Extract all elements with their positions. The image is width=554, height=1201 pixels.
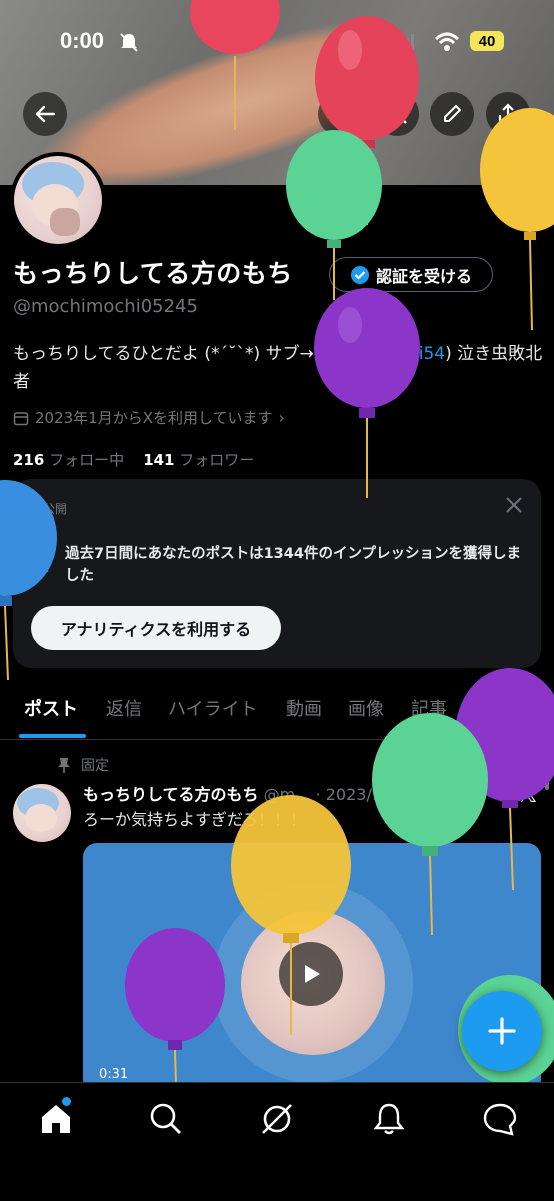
pencil-icon	[444, 105, 461, 122]
nav-messages[interactable]	[482, 1101, 518, 1137]
search-button[interactable]	[375, 92, 419, 136]
profile-bio: もっちりしてるひとだよ (*´˘`*) サブ→(@kokimochi54) 泣き…	[13, 340, 543, 396]
post-author-handle: @m...	[263, 785, 311, 804]
followers-label: フォロワー	[179, 451, 255, 469]
signal-icon	[396, 34, 414, 50]
tab-likes[interactable]: いいね	[475, 695, 529, 721]
tab-posts[interactable]: ポスト	[24, 695, 78, 721]
tab-replies[interactable]: 返信	[106, 695, 142, 721]
following-label: フォロー中	[49, 451, 125, 469]
post-separator: ·	[310, 785, 326, 804]
nav-search[interactable]	[148, 1101, 184, 1137]
wifi-icon	[434, 32, 460, 51]
post-author-avatar[interactable]	[13, 784, 71, 842]
compose-post-button[interactable]	[462, 991, 542, 1071]
joined-date-text: 2023年1月からXを利用しています	[35, 409, 273, 427]
x-logo-icon: 𝕏	[518, 780, 538, 808]
profile-avatar[interactable]	[10, 152, 106, 248]
battery-indicator: 40	[470, 31, 504, 51]
play-icon	[305, 965, 320, 983]
follow-stats: 216 フォロー中 141 フォロワー	[13, 449, 254, 470]
share-button[interactable]	[486, 92, 530, 136]
profile-tabs: ポスト 返信 ハイライト 動画 画像 記事 いいね	[0, 685, 554, 740]
video-duration: 0:31	[99, 1067, 129, 1082]
bell-icon	[373, 1103, 405, 1135]
grok-icon	[262, 1104, 292, 1134]
pinned-label: 固定	[81, 758, 109, 774]
close-icon	[506, 497, 522, 513]
plus-icon	[488, 1017, 516, 1045]
search-icon	[150, 1103, 181, 1134]
verified-badge-icon	[350, 265, 369, 284]
arrow-left-icon	[35, 105, 56, 123]
tab-articles[interactable]: 記事	[411, 695, 447, 721]
bell-muted-icon	[120, 33, 138, 52]
tab-images[interactable]: 画像	[348, 695, 384, 721]
profile-handle: @mochimochi05245	[13, 296, 198, 317]
home-icon	[42, 1105, 70, 1133]
bio-mention-link[interactable]: @kokimochi54	[320, 344, 445, 364]
pinned-indicator: 固定	[57, 755, 109, 775]
nav-grok[interactable]	[259, 1101, 295, 1137]
edit-button[interactable]	[430, 92, 474, 136]
get-verified-label: 認証を受ける	[375, 266, 472, 286]
search-icon	[386, 103, 407, 124]
grok-button[interactable]	[318, 92, 362, 136]
calendar-icon	[13, 411, 29, 425]
back-button[interactable]	[23, 92, 67, 136]
nav-home[interactable]	[38, 1097, 74, 1137]
joined-date-row[interactable]: 2023年1月からXを利用しています ›	[13, 407, 285, 428]
active-tab-indicator	[19, 734, 86, 738]
bottom-navigation	[0, 1082, 554, 1201]
scrollbar[interactable]	[545, 742, 549, 790]
trend-up-icon: ↑	[39, 553, 56, 577]
tab-videos[interactable]: 動画	[286, 695, 322, 721]
notification-dot	[62, 1097, 71, 1106]
post-author-name[interactable]: もっちりしてる方のもち	[83, 785, 259, 804]
chevron-right-icon: ›	[278, 408, 285, 427]
post-text: ろーか気持ちよすぎだろ！！！	[83, 810, 307, 829]
followers-link[interactable]: 141 フォロワー	[143, 451, 254, 469]
pin-icon	[58, 758, 70, 773]
get-verified-button[interactable]: 認証を受ける	[329, 257, 493, 292]
nav-notifications[interactable]	[371, 1101, 407, 1137]
impressions-card: 非公開 ↑ 過去7日間にあなたのポストは1344件のインプレッションを獲得しまし…	[13, 479, 541, 668]
share-icon	[498, 103, 518, 124]
post-header: もっちりしてる方のもち @m... · 2023/12/09	[83, 781, 418, 805]
status-time: 0:00	[60, 28, 105, 53]
following-count: 216	[13, 451, 45, 469]
close-card-button[interactable]	[505, 495, 523, 520]
profile-display-name: もっちりしてる方のもち	[13, 259, 293, 288]
analytics-button[interactable]: アナリティクスを利用する	[31, 606, 281, 650]
private-label: 非公開	[31, 502, 68, 516]
tab-highlights[interactable]: ハイライト	[168, 695, 258, 721]
bio-text-prefix: もっちりしてるひとだよ (*´˘`*) サブ→(	[13, 344, 321, 364]
chat-bubble-icon	[483, 1103, 517, 1136]
following-link[interactable]: 216 フォロー中	[13, 451, 124, 469]
grok-icon	[331, 105, 349, 123]
impressions-message: 過去7日間にあなたのポストは1344件のインプレッションを獲得しました	[65, 546, 522, 584]
post-date: 2023/12/09	[325, 785, 418, 804]
play-button[interactable]	[279, 942, 343, 1006]
followers-count: 141	[143, 451, 175, 469]
